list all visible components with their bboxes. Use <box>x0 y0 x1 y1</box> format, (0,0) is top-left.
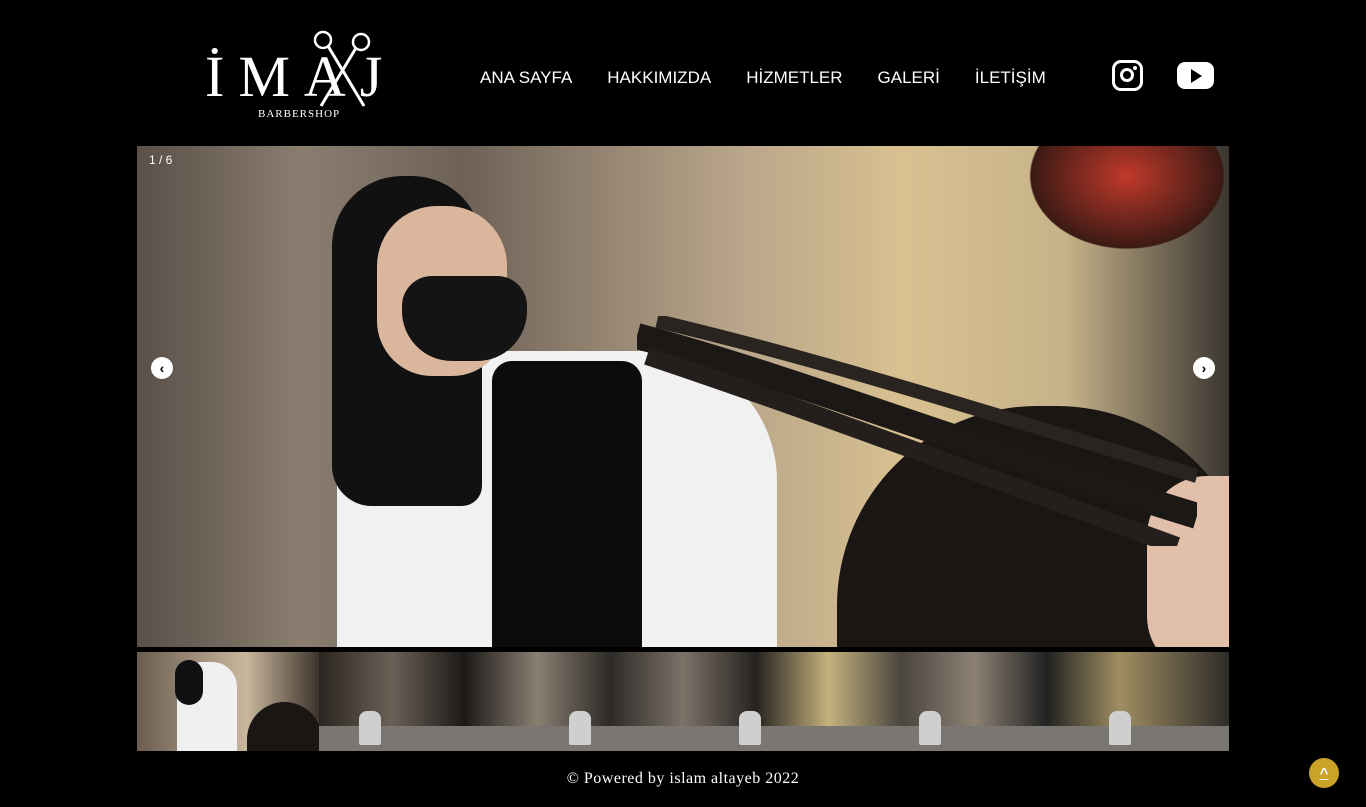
slider-prev-button[interactable]: ‹ <box>151 357 173 379</box>
thumbnail-1[interactable] <box>137 652 319 751</box>
slide-barber-shirt <box>492 361 642 647</box>
thumbnail-2[interactable] <box>319 652 1229 751</box>
youtube-icon[interactable] <box>1177 62 1214 89</box>
back-to-top-button[interactable]: ^ <box>1309 758 1339 788</box>
social-links <box>1112 60 1214 91</box>
scissors-icon <box>313 30 371 107</box>
nav-item-galeri[interactable]: GALERİ <box>878 68 940 88</box>
nav-item-iletisim[interactable]: İLETİŞİM <box>975 68 1046 88</box>
gallery-slider: 1 / 6 ‹ › <box>137 146 1229 647</box>
footer-credit: © Powered by islam altayeb 2022 <box>566 770 800 787</box>
site-footer: © Powered by islam altayeb 2022 <box>0 770 1366 788</box>
slide-counter: 1 / 6 <box>149 153 173 167</box>
chevron-right-icon: › <box>1201 360 1207 376</box>
slider-next-button[interactable]: › <box>1193 357 1215 379</box>
brand-logo[interactable]: İMAJ BARBERSHOP <box>205 28 400 124</box>
gallery-thumbnails <box>137 652 1229 751</box>
main-nav: ANA SAYFA HAKKIMIZDA HİZMETLER GALERİ İL… <box>480 68 1046 88</box>
chevron-up-icon: ^ <box>1319 764 1329 782</box>
brand-tagline: BARBERSHOP <box>258 108 341 120</box>
site-header: İMAJ BARBERSHOP ANA SAYFA HAKKIMIZDA HİZ… <box>0 0 1366 146</box>
slide-hair-strands <box>637 316 1197 546</box>
slide-barber-mask <box>402 276 527 361</box>
nav-item-hizmetler[interactable]: HİZMETLER <box>746 68 842 88</box>
instagram-icon[interactable] <box>1112 60 1143 91</box>
nav-item-hakkimizda[interactable]: HAKKIMIZDA <box>607 68 711 88</box>
chevron-left-icon: ‹ <box>159 360 165 376</box>
nav-item-ana-sayfa[interactable]: ANA SAYFA <box>480 68 572 88</box>
